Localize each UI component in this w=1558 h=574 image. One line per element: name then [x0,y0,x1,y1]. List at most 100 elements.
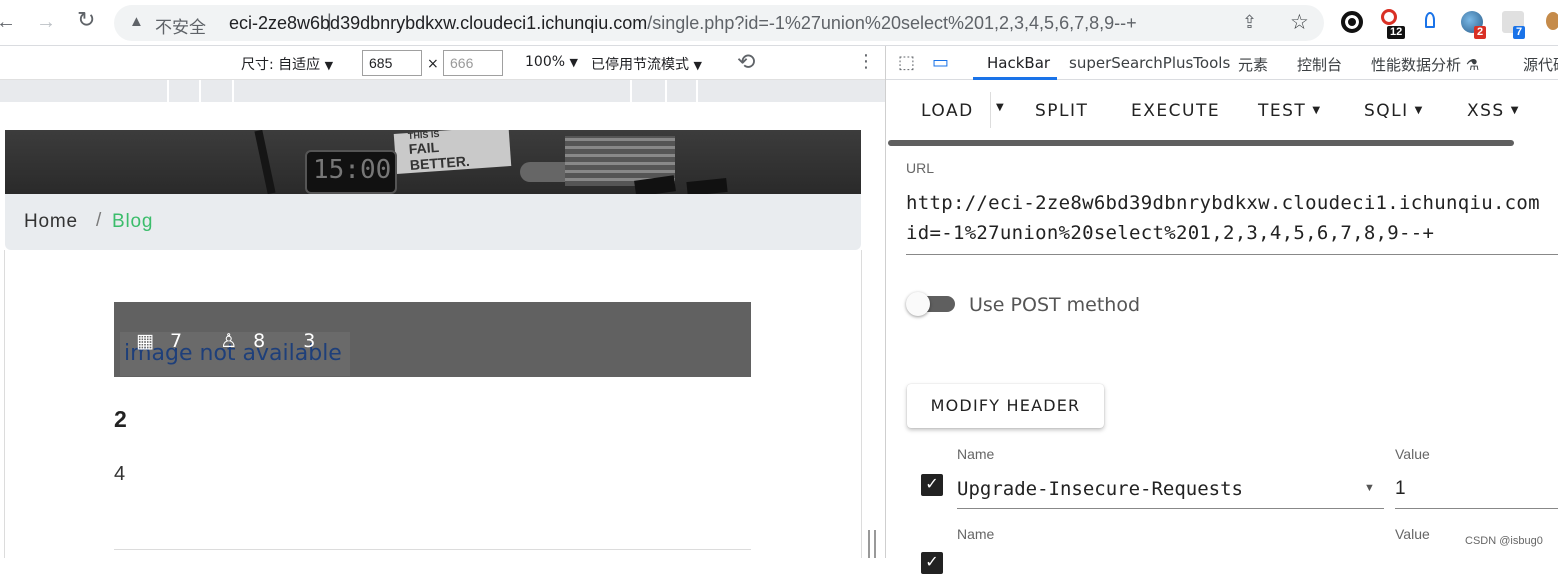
breadcrumb: Home / Blog [5,194,861,250]
chevron-down-icon: ▼ [693,59,702,72]
chevron-down-icon: ▼ [1312,105,1321,116]
xss-label: XSS [1467,101,1505,121]
page-viewport: THIS IS FAIL BETTER. 15:00 Home / Blog im… [0,102,885,558]
tab-performance[interactable]: 性能数据分析 ⚗ [1371,54,1479,75]
chevron-down-icon: ▼ [1510,105,1519,116]
header-name-select[interactable]: Upgrade-Insecure-Requests [957,478,1243,500]
header-name-label: Name [957,526,995,542]
watermark: CSDN @isbug0 [1465,535,1543,547]
extension-chain-icon[interactable] [1381,9,1397,25]
hero-image: THIS IS FAIL BETTER. 15:00 [5,130,861,194]
hero-clock: 15:00 [305,150,397,194]
hero-sign-text: FAIL BETTER. [408,138,471,173]
url-field-line: http://eci-2ze8w6bd39dbnrybdkxw.cloudeci… [906,192,1540,214]
url-field-label: URL [906,160,935,176]
extension-circle-icon[interactable] [1341,11,1363,33]
test-label: TEST [1258,101,1307,121]
hero-sign: THIS IS FAIL BETTER. [393,130,512,174]
viewport-height-input[interactable]: 666 [443,50,503,76]
breadcrumb-separator: / [96,210,103,231]
chevron-down-icon[interactable]: ▼ [1364,482,1375,494]
devtools-panel: ⬚ ▭ HackBar superSearchPlusTools 元素 控制台 … [885,46,1558,574]
lamp-graphic [254,130,276,194]
post-title[interactable]: 2 [114,406,127,433]
url-text[interactable]: eci-2ze8w6bd39dbnrybdkxw.cloudeci1.ichun… [229,13,1137,34]
inspect-element-icon[interactable]: ⬚ [898,52,915,73]
post-meta-author: ♙ 8 [220,330,281,352]
split-button[interactable]: SPLIT [1035,101,1088,121]
device-toggle-icon[interactable]: ▭ [932,52,949,73]
chevron-down-icon: ▼ [569,56,578,69]
url-path: /single.php?id=-1%27union%20select%201,2… [647,13,1137,33]
divider [114,549,751,550]
breadcrumb-home-link[interactable]: Home [24,211,78,233]
throttle-label: 已停用节流模式 [591,57,689,73]
chevron-down-icon: ▼ [324,59,334,72]
device-size-dropdown[interactable]: 尺寸: 自适应 ▼ [241,54,333,74]
post-body: 4 [114,463,126,485]
devtools-tab-bar: ⬚ ▭ HackBar superSearchPlusTools 元素 控制台 … [886,46,1558,80]
header-name-underline [957,508,1384,509]
user-icon: ♙ [220,330,238,352]
post-meta: ▦ 7 ♙ 8 3 [136,330,331,352]
post-method-toggle-knob[interactable] [906,292,930,316]
load-button[interactable]: LOAD [921,101,974,121]
viewport-width-input[interactable]: 685 [362,50,422,76]
extension-badge: 12 [1387,26,1406,39]
post-image: image not available ▦ 7 ♙ 8 3 [114,302,751,377]
url-host: eci-2ze8w6bd39dbnrybdkxw.cloudeci1.ichun… [229,13,648,33]
address-bar[interactable]: ▲ 不安全 | eci-2ze8w6bd39dbnrybdkxw.cloudec… [114,5,1324,41]
divider [990,92,991,128]
device-toolbar: 尺寸: 自适应 ▼ 685 × 666 100% ▼ 已停用节流模式 ▼ ⟲ ⋮ [0,46,885,80]
tab-console[interactable]: 控制台 [1297,54,1342,75]
page-border [4,250,5,558]
modify-header-button[interactable]: MODIFY HEADER [907,384,1104,428]
extension-pin-icon[interactable] [1425,12,1435,28]
meta-author-value: 8 [253,330,266,352]
horizontal-scrollbar[interactable] [888,140,1514,146]
xss-dropdown-button[interactable]: XSS ▼ [1467,101,1518,121]
zoom-dropdown[interactable]: 100% ▼ [525,54,578,70]
browser-toolbar: ← → ↻ ▲ 不安全 | eci-2ze8w6bd39dbnrybdkxw.c… [0,0,1558,46]
header-enable-checkbox[interactable]: ✓ [921,552,943,574]
share-icon[interactable]: ⇪ [1242,12,1257,33]
security-warning-label[interactable]: 不安全 [155,13,206,38]
hackbar-toolbar: LOAD ▼ SPLIT EXECUTE TEST ▼ SQLI ▼ XSS ▼ [886,80,1558,142]
media-query-ruler[interactable] [0,80,885,102]
tab-supersearchplustools[interactable]: superSearchPlusTools [1069,54,1230,72]
chevron-down-icon: ▼ [1414,105,1423,116]
header-enable-checkbox[interactable]: ✓ [921,474,943,496]
times-sign: × [427,56,439,72]
tab-elements[interactable]: 元素 [1238,54,1268,75]
throttle-dropdown[interactable]: 已停用节流模式 ▼ [591,54,702,74]
panel-resize-handle[interactable] [868,530,876,558]
load-dropdown-chevron-icon[interactable]: ▼ [996,102,1005,113]
forward-arrow-icon[interactable]: → [36,12,56,32]
more-vert-icon[interactable]: ⋮ [857,51,875,72]
header-value-label: Value [1395,526,1430,542]
bookmark-star-icon[interactable]: ☆ [1290,10,1309,35]
tab-sources[interactable]: 源代码 [1523,54,1558,75]
back-arrow-icon[interactable]: ← [0,12,16,32]
rotate-icon[interactable]: ⟲ [737,50,755,75]
warning-triangle-icon[interactable]: ▲ [129,13,144,30]
extension-badge: 2 [1474,26,1487,39]
sqli-dropdown-button[interactable]: SQLI ▼ [1364,101,1422,121]
extension-badge: 7 [1513,26,1526,39]
tab-hackbar[interactable]: HackBar [987,54,1050,72]
test-dropdown-button[interactable]: TEST ▼ [1258,101,1320,121]
post-method-label: Use POST method [969,294,1141,316]
post-meta-date: ▦ 7 [136,330,198,352]
header-value-input[interactable]: 1 [1395,478,1406,500]
cookie-icon[interactable] [1546,12,1558,30]
post-meta-comments: 3 [303,330,316,352]
sqli-label: SQLI [1364,101,1409,121]
reload-icon[interactable]: ↻ [77,9,95,31]
calendar-icon: ▦ [136,330,154,352]
tab-performance-label: 性能数据分析 [1371,56,1462,74]
execute-button[interactable]: EXECUTE [1131,101,1220,121]
url-field[interactable]: http://eci-2ze8w6bd39dbnrybdkxw.cloudeci… [906,188,1558,248]
phone-graphic [686,177,728,194]
url-field-underline [906,254,1558,255]
meta-date-value: 7 [169,330,183,352]
